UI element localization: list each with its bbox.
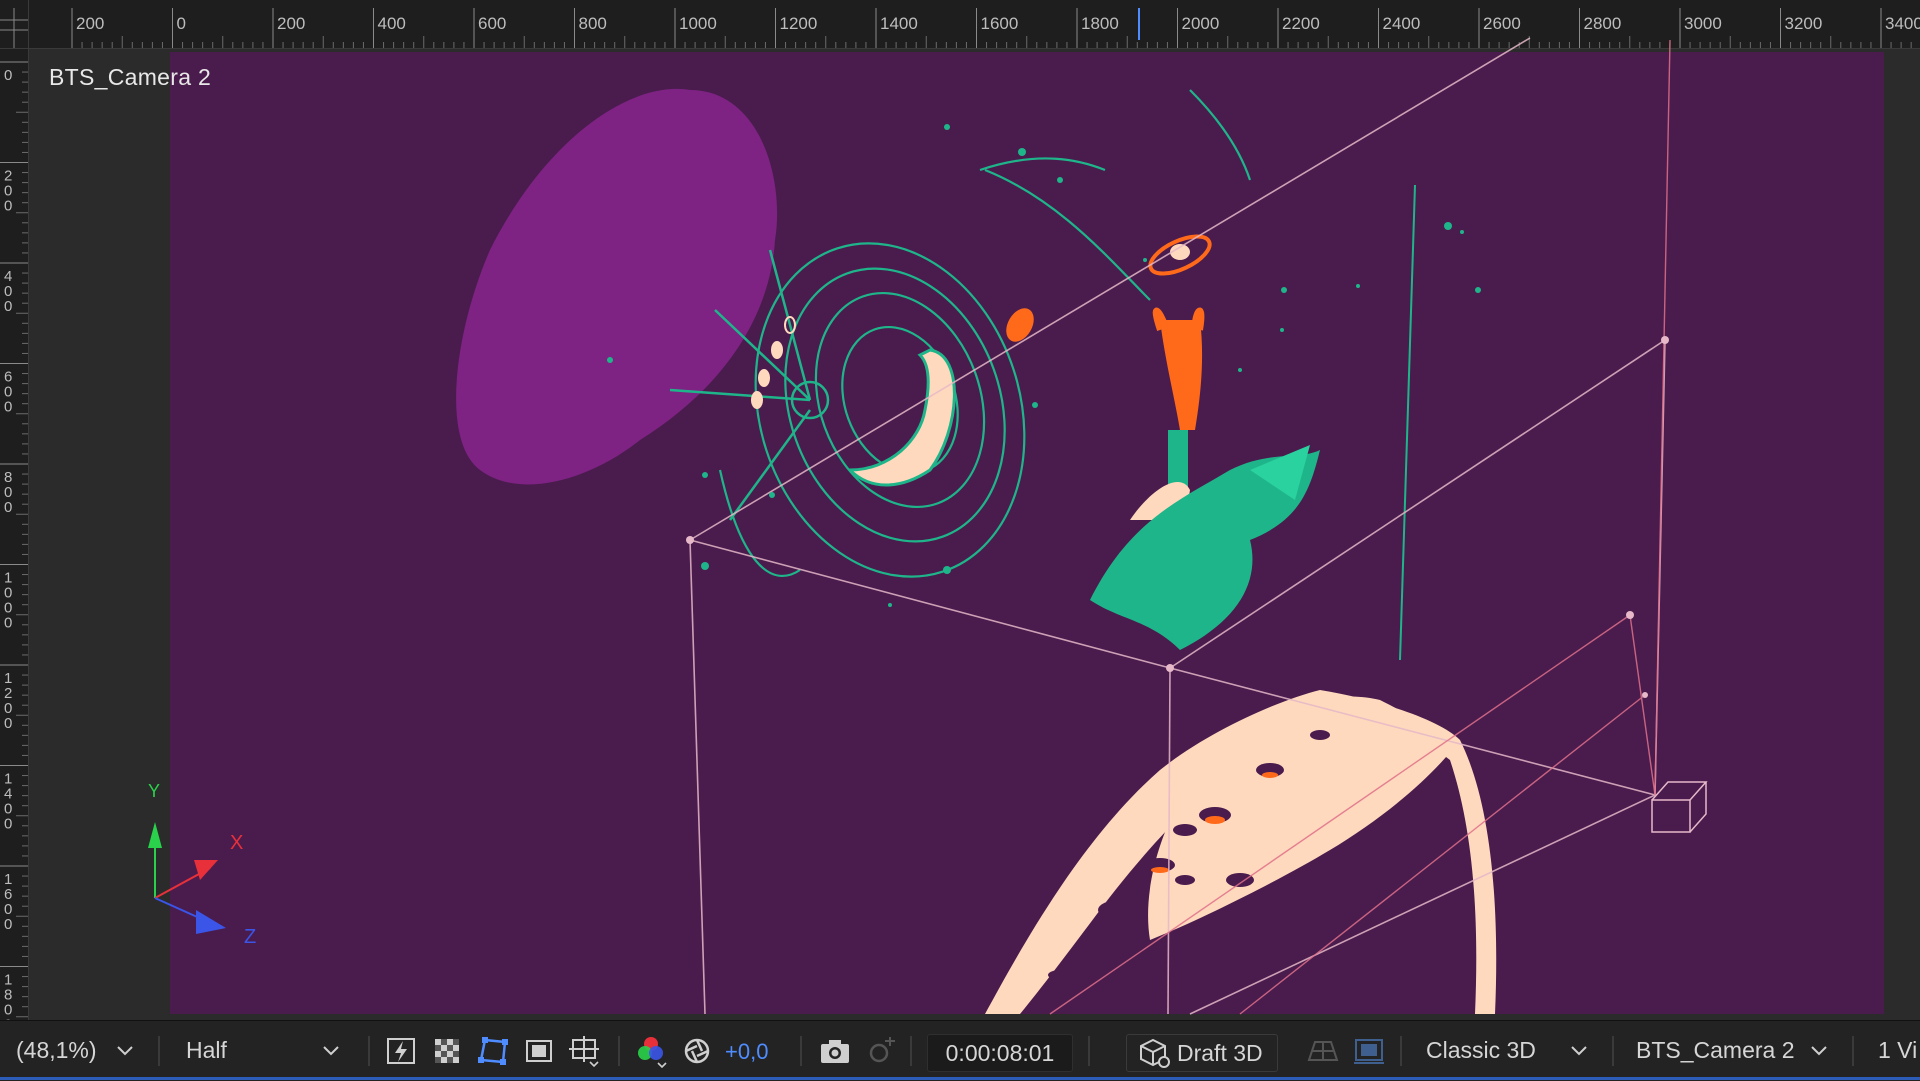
show-snapshot-icon	[869, 1037, 895, 1063]
take-snapshot-button[interactable]	[818, 1034, 852, 1068]
cube-icon	[1140, 1038, 1170, 1068]
ground-plane-button[interactable]	[1306, 1034, 1340, 1068]
magnification-value: (48,1%)	[16, 1036, 97, 1063]
toolbar-divider	[1612, 1036, 1614, 1066]
toolbar-divider	[1852, 1036, 1854, 1066]
draft-3d-label: Draft 3D	[1177, 1039, 1263, 1066]
resolution-value: Half	[186, 1036, 227, 1063]
lightning-icon	[387, 1038, 415, 1064]
renderer-dropdown[interactable]: Classic 3D	[1418, 1030, 1598, 1070]
extended-viewer-icon	[1354, 1039, 1384, 1064]
comp-background	[170, 52, 1884, 1014]
aperture-icon	[684, 1038, 710, 1064]
chevron-down-icon	[117, 1046, 133, 1056]
toolbar-divider	[158, 1036, 160, 1066]
grid-guides-icon	[569, 1036, 599, 1068]
extended-viewer-button[interactable]	[1352, 1034, 1386, 1068]
chevron-down-icon	[323, 1046, 339, 1056]
renderer-value: Classic 3D	[1426, 1036, 1536, 1063]
mask-path-icon	[478, 1037, 508, 1065]
ground-plane-icon	[1307, 1041, 1339, 1061]
toolbar-divider	[1088, 1036, 1090, 1066]
views-layout-dropdown[interactable]: 1 Vi	[1870, 1030, 1920, 1070]
color-management-button[interactable]	[680, 1034, 714, 1068]
toolbar-divider	[618, 1036, 620, 1066]
axis-x-label: X	[230, 832, 244, 854]
checkerboard-icon	[435, 1039, 459, 1063]
camera-snapshot-icon	[821, 1040, 849, 1063]
rgb-channels-icon	[638, 1037, 667, 1068]
active-view-name: BTS_Camera 2	[49, 64, 212, 90]
composition-viewer[interactable]	[0, 0, 1920, 1020]
region-of-interest-button[interactable]	[522, 1034, 556, 1068]
active-camera-dropdown[interactable]: BTS_Camera 2	[1628, 1030, 1838, 1070]
chevron-down-icon	[1811, 1046, 1827, 1056]
toolbar-divider	[368, 1036, 370, 1066]
fast-previews-button[interactable]	[384, 1034, 418, 1068]
chevron-down-icon	[1571, 1046, 1587, 1056]
toolbar-divider	[910, 1036, 912, 1066]
region-of-interest-icon	[526, 1040, 552, 1062]
axis-y-label: Y	[148, 781, 161, 801]
timecode-value: 0:00:08:01	[945, 1039, 1055, 1066]
views-layout-value: 1 Vi	[1878, 1036, 1918, 1063]
draft-3d-toggle[interactable]: Draft 3D	[1126, 1034, 1278, 1072]
current-time-display[interactable]: 0:00:08:01	[927, 1034, 1073, 1072]
channels-button[interactable]	[634, 1034, 668, 1068]
grid-guides-button[interactable]	[568, 1034, 602, 1068]
show-snapshot-button[interactable]	[864, 1034, 898, 1068]
toolbar-divider	[1400, 1036, 1402, 1066]
toolbar-divider	[800, 1036, 802, 1066]
magnification-dropdown[interactable]: (48,1%)	[8, 1030, 144, 1070]
active-camera-value: BTS_Camera 2	[1636, 1036, 1795, 1063]
resolution-dropdown[interactable]: Half	[178, 1030, 350, 1070]
mask-visibility-button[interactable]	[476, 1034, 510, 1068]
transparency-grid-button[interactable]	[430, 1034, 464, 1068]
exposure-value[interactable]: +0,0	[725, 1034, 768, 1070]
axis-z-label: Z	[244, 926, 257, 948]
